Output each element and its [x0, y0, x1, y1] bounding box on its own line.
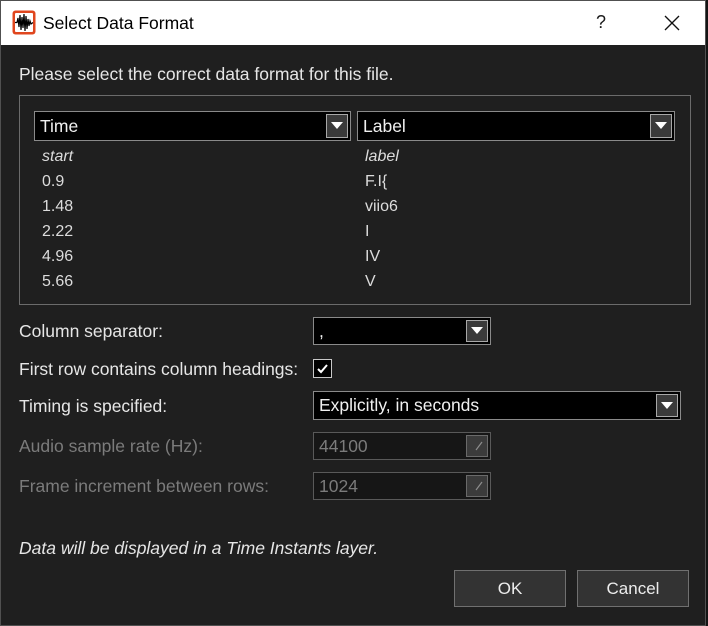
column-2-role-value: Label: [363, 115, 406, 136]
timing-select[interactable]: Explicitly, in seconds: [313, 391, 681, 420]
preview-cell: 2.22: [42, 223, 74, 240]
preview-header-cell: start: [42, 148, 74, 165]
preview-cell: V: [365, 273, 376, 290]
sample-rate-label: Audio sample rate (Hz):: [19, 436, 203, 456]
preview-cell: 0.9: [42, 173, 65, 190]
preview-header-cell: label: [365, 148, 399, 165]
dialog-title: Select Data Format: [43, 13, 194, 33]
preview-cell: viio6: [365, 198, 398, 215]
window-border: [0, 0, 706, 626]
preview-cell: 4.96: [42, 248, 74, 265]
waveform-icon: [12, 10, 36, 35]
close-button[interactable]: [648, 0, 696, 45]
ok-button[interactable]: OK: [454, 570, 566, 607]
preview-cell: 5.66: [42, 273, 74, 290]
first-row-headings-checkbox[interactable]: [313, 359, 332, 378]
preview-cell: F.I{: [365, 173, 388, 190]
frame-increment-value: 1024: [319, 475, 358, 496]
dropdown-button[interactable]: [466, 320, 488, 342]
dropdown-button[interactable]: [326, 114, 348, 138]
cancel-button[interactable]: Cancel: [577, 570, 689, 607]
first-row-headings-label: First row contains column headings:: [19, 359, 299, 379]
spin-button-icon: [466, 435, 488, 457]
chevron-down-icon: [655, 122, 667, 129]
sample-rate-field: 44100: [313, 432, 491, 460]
column-separator-value: ,: [319, 320, 324, 341]
help-button[interactable]: ?: [578, 0, 624, 45]
column-2-role-select[interactable]: Label: [357, 111, 675, 141]
preview-cell: IV: [365, 248, 381, 265]
sample-rate-value: 44100: [319, 435, 368, 456]
check-icon: [317, 364, 328, 374]
data-preview-panel: Time Label start label 0.9 F.I{ 1.48 vii…: [19, 95, 691, 305]
timing-value: Explicitly, in seconds: [319, 395, 480, 415]
chevron-down-icon: [661, 401, 673, 409]
layer-summary-text: Data will be displayed in a Time Instant…: [19, 538, 379, 558]
dropdown-button[interactable]: [656, 394, 678, 417]
column-separator-select[interactable]: ,: [313, 317, 491, 345]
preview-cell: 1.48: [42, 198, 74, 215]
chevron-down-icon: [331, 122, 343, 129]
select-data-format-dialog: Select Data Format ? Please select the c…: [0, 0, 706, 626]
preview-cell: I: [365, 223, 370, 240]
frame-increment-field: 1024: [313, 472, 491, 500]
dropdown-button[interactable]: [650, 114, 672, 138]
close-icon: [664, 15, 680, 30]
column-1-role-value: Time: [40, 115, 79, 136]
title-bar[interactable]: Select Data Format ?: [0, 0, 706, 45]
instructions-text: Please select the correct data format fo…: [19, 64, 394, 84]
frame-increment-label: Frame increment between rows:: [19, 476, 269, 496]
chevron-down-icon: [471, 327, 483, 334]
spin-button-icon: [466, 475, 488, 497]
column-separator-label: Column separator:: [19, 321, 163, 341]
timing-label: Timing is specified:: [19, 396, 168, 416]
column-1-role-select[interactable]: Time: [34, 111, 351, 141]
